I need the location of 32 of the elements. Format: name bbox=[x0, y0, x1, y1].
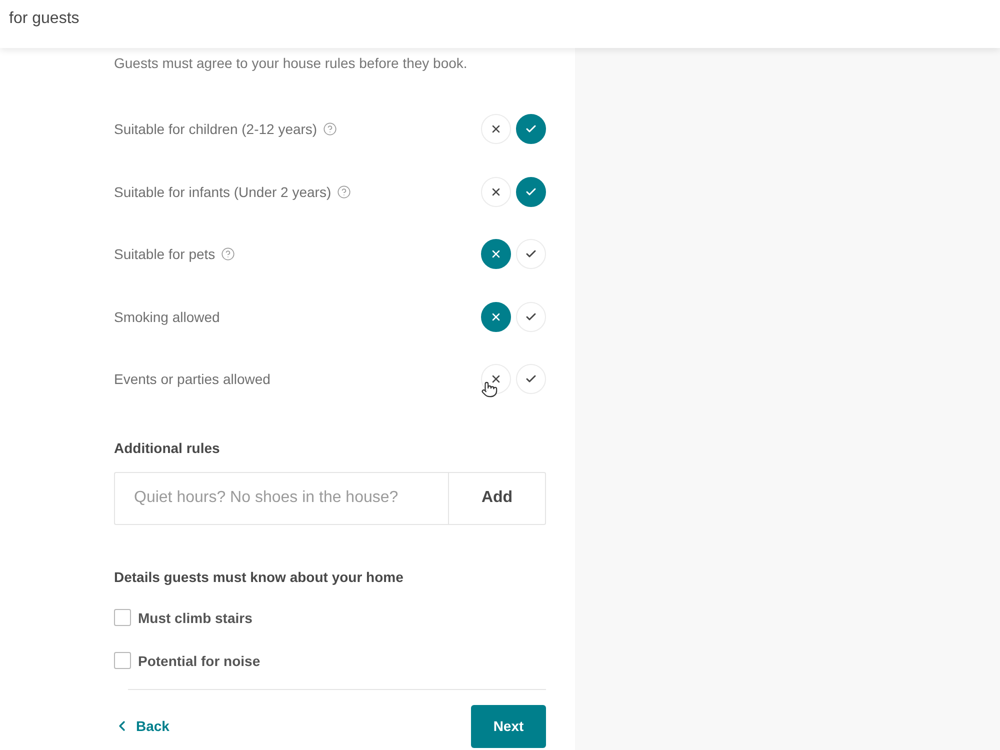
no-toggle-button[interactable] bbox=[481, 239, 511, 270]
section-heading: Additional rules bbox=[114, 438, 221, 458]
help-icon[interactable] bbox=[221, 247, 236, 262]
next-button[interactable]: Next bbox=[471, 704, 546, 748]
section-heading: Details guests must know about your home bbox=[114, 568, 404, 586]
yes-toggle-button[interactable] bbox=[516, 176, 546, 207]
add-button[interactable]: Add bbox=[448, 472, 546, 524]
subtitle: Guests must agree to your house rules before they book. bbox=[114, 54, 468, 73]
rule-label: Smoking allowed bbox=[114, 308, 220, 327]
help-icon[interactable] bbox=[337, 184, 352, 199]
close-icon bbox=[490, 310, 502, 323]
checkbox-label: Potential for noise bbox=[138, 652, 260, 670]
checkbox[interactable] bbox=[114, 609, 131, 626]
page-title: for guests bbox=[9, 9, 80, 29]
close-icon bbox=[490, 373, 502, 386]
input-field[interactable]: Quiet hours? No shoes in the house? bbox=[114, 472, 448, 524]
hand-cursor-icon bbox=[481, 381, 498, 398]
rule-label: Suitable for pets bbox=[114, 245, 216, 264]
rule-label: Suitable for children (2-12 years) bbox=[114, 120, 318, 140]
checkbox-label: Must climb stairs bbox=[138, 608, 252, 628]
close-icon bbox=[490, 123, 502, 136]
close-icon bbox=[490, 186, 502, 198]
check-icon bbox=[525, 310, 537, 323]
rule-label: Suitable for infants (Under 2 years) bbox=[114, 182, 332, 202]
check-icon bbox=[525, 186, 537, 198]
back-link[interactable]: Back bbox=[114, 716, 170, 736]
close-icon bbox=[490, 248, 502, 260]
no-toggle-button[interactable] bbox=[481, 302, 511, 332]
checkbox[interactable] bbox=[114, 652, 131, 669]
yes-toggle-button[interactable] bbox=[516, 114, 546, 144]
rule-label: Events or parties allowed bbox=[114, 370, 270, 390]
help-icon[interactable] bbox=[323, 122, 338, 136]
